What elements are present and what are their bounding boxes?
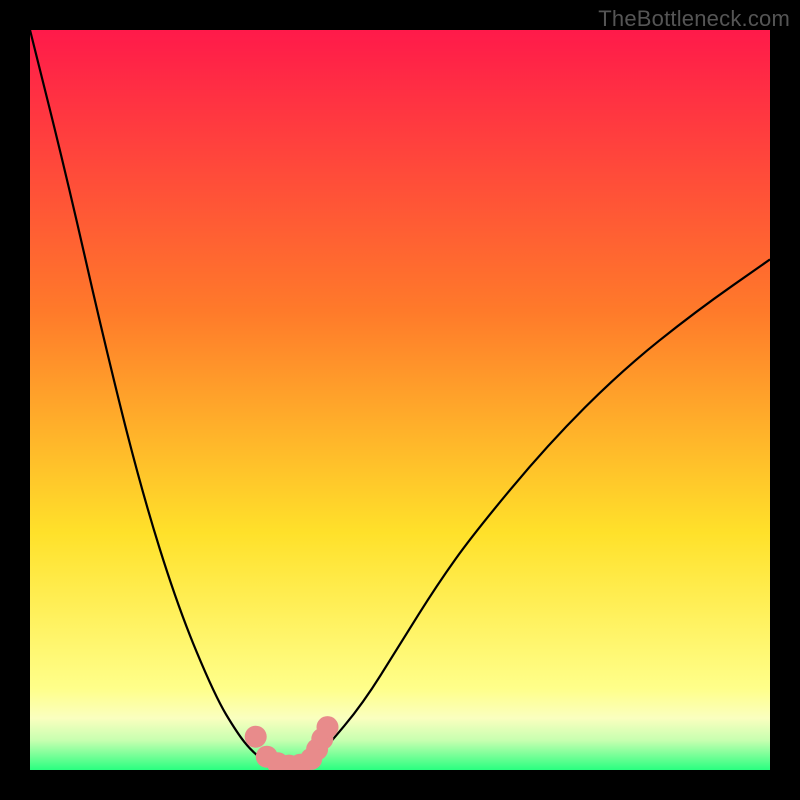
plot-area [30,30,770,770]
chart-frame: TheBottleneck.com [0,0,800,800]
gpu-point [245,726,267,748]
bottleneck-chart [30,30,770,770]
gpu-point [317,716,339,738]
watermark-text: TheBottleneck.com [598,6,790,32]
gradient-background [30,30,770,770]
